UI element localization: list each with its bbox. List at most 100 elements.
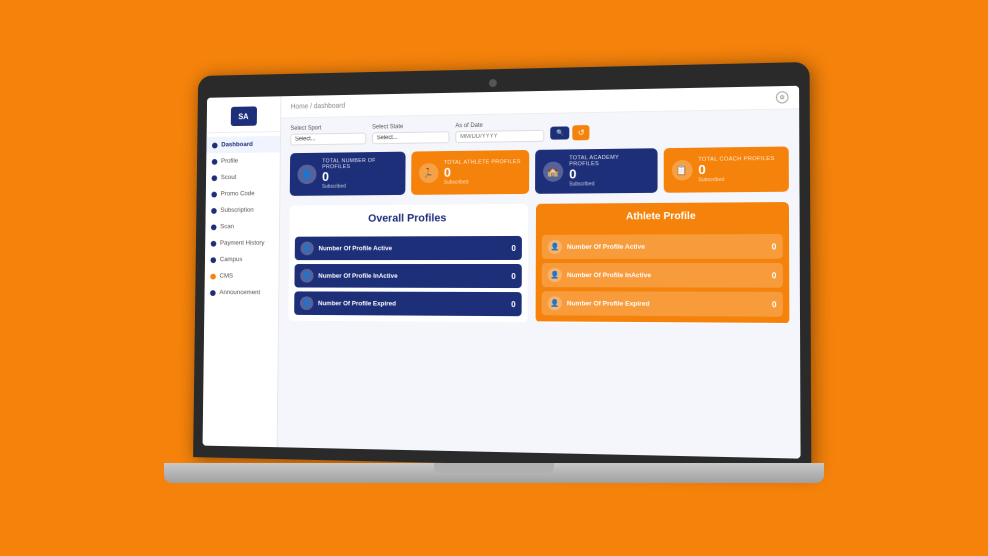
academy-profiles-number: 0 [569, 167, 649, 182]
stat-card-academy-profiles: 🏫 TOTAL ACADEMY PROFILES 0 Subscribed [535, 148, 657, 194]
athlete-profile-panel: Athlete Profile 👤 Number Of Profile Acti… [536, 202, 790, 324]
athlete-profiles-title: TOTAL ATHLETE PROFILES [444, 159, 521, 166]
sidebar-item-payment-history[interactable]: Payment History [205, 235, 279, 252]
stat-card-coach-profiles: 📋 TOTAL COACH PROFILES 0 Subscribed [663, 146, 789, 193]
athlete-active-icon: 👤 [548, 240, 562, 254]
sidebar-logo: SA [207, 100, 281, 133]
overall-inactive-row: 👤 Number Of Profile InActive 0 [294, 264, 521, 288]
search-button[interactable]: 🔍 [550, 126, 570, 139]
app-logo: SA [230, 106, 256, 126]
stat-cards: 👤 TOTAL NUMBER OF PROFILES 0 Subscribed … [290, 146, 789, 196]
state-label: Select State [372, 123, 449, 130]
sidebar-item-scan[interactable]: Scan [205, 218, 279, 235]
athlete-inactive-label: Number Of Profile InActive [567, 272, 767, 279]
laptop-camera [489, 79, 497, 87]
sidebar-dot-scout [212, 175, 218, 181]
laptop-mockup: SA Dashboard Profile Scout Promo Code [164, 68, 824, 498]
sidebar-dot-profile [212, 158, 218, 164]
sidebar-dot-scan [211, 224, 217, 230]
overall-active-label: Number Of Profile Active [318, 245, 506, 252]
sidebar-item-scout[interactable]: Scout [206, 169, 280, 186]
sidebar-item-cms[interactable]: CMS [205, 268, 279, 285]
overall-profiles-header: Overall Profiles [289, 204, 528, 231]
dashboard-panels: Overall Profiles 👤 Number Of Profile Act… [288, 202, 789, 324]
athlete-expired-row: 👤 Number Of Profile Expired 0 [542, 291, 783, 317]
athlete-expired-value: 0 [772, 300, 777, 309]
coach-profiles-title: TOTAL COACH PROFILES [698, 156, 774, 163]
sidebar-item-subscription[interactable]: Subscription [206, 202, 280, 219]
coach-profiles-info: TOTAL COACH PROFILES 0 Subscribed [698, 156, 774, 184]
overall-expired-label: Number Of Profile Expired [318, 300, 506, 308]
overall-profiles-title: Overall Profiles [299, 212, 518, 225]
academy-profiles-info: TOTAL ACADEMY PROFILES 0 Subscribed [569, 154, 649, 187]
page-body: Select Sport Select... Select State Sele… [278, 109, 801, 458]
athlete-profile-title: Athlete Profile [546, 211, 778, 223]
state-select[interactable]: Select... [372, 131, 450, 144]
overall-inactive-label: Number Of Profile InActive [318, 273, 506, 280]
sidebar-dot-campus [210, 257, 216, 263]
academy-profiles-title: TOTAL ACADEMY PROFILES [569, 154, 649, 167]
refresh-button[interactable]: ↺ [573, 125, 590, 140]
sidebar-dot-dashboard [212, 142, 218, 148]
athlete-profiles-info: TOTAL ATHLETE PROFILES 0 Subscribed [444, 159, 521, 186]
overall-active-row: 👤 Number Of Profile Active 0 [295, 236, 522, 260]
total-profiles-info: TOTAL NUMBER OF PROFILES 0 Subscribed [322, 158, 397, 190]
breadcrumb: Home / dashboard [291, 102, 346, 110]
stat-card-total-profiles: 👤 TOTAL NUMBER OF PROFILES 0 Subscribed [290, 152, 405, 197]
gear-icon[interactable]: ⚙ [776, 91, 789, 104]
coach-profiles-icon: 📋 [671, 160, 692, 181]
athlete-inactive-value: 0 [772, 271, 777, 280]
laptop-screen-shell: SA Dashboard Profile Scout Promo Code [193, 62, 811, 471]
overall-profiles-panel: Overall Profiles 👤 Number Of Profile Act… [288, 204, 528, 322]
sport-filter-group: Select Sport Select... [290, 125, 366, 146]
date-filter-group: As of Date [455, 122, 544, 143]
total-profiles-title: TOTAL NUMBER OF PROFILES [322, 158, 397, 171]
sidebar-item-campus[interactable]: Campus [205, 251, 279, 268]
sidebar-dot-cms [210, 273, 216, 279]
athlete-profile-header: Athlete Profile [536, 202, 789, 229]
athlete-active-value: 0 [772, 242, 777, 251]
sidebar-item-promo-code[interactable]: Promo Code [206, 185, 280, 202]
athlete-active-row: 👤 Number Of Profile Active 0 [542, 234, 783, 259]
athlete-profile-body: 👤 Number Of Profile Active 0 👤 Number Of… [536, 228, 790, 323]
sidebar: SA Dashboard Profile Scout Promo Code [203, 96, 282, 447]
athlete-inactive-row: 👤 Number Of Profile InActive 0 [542, 263, 783, 288]
total-profiles-icon: 👤 [297, 165, 316, 185]
athlete-profiles-sub: Subscribed [444, 179, 521, 186]
sidebar-item-dashboard[interactable]: Dashboard [206, 136, 280, 153]
sidebar-dot-payment [211, 240, 217, 246]
date-label: As of Date [455, 122, 544, 129]
overall-profiles-body: 👤 Number Of Profile Active 0 👤 Number Of… [288, 230, 528, 322]
coach-profiles-number: 0 [698, 162, 774, 177]
athlete-profiles-icon: 🏃 [418, 163, 438, 183]
sidebar-dot-announcement [210, 290, 216, 296]
overall-expired-row: 👤 Number Of Profile Expired 0 [294, 292, 522, 317]
overall-active-value: 0 [511, 244, 515, 253]
athlete-expired-icon: 👤 [548, 297, 562, 311]
overall-inactive-value: 0 [511, 272, 515, 281]
academy-profiles-icon: 🏫 [543, 162, 563, 182]
main-content: Home / dashboard ⚙ Select Sport Select..… [278, 86, 801, 459]
sport-select[interactable]: Select... [290, 133, 366, 146]
filter-row: Select Sport Select... Select State Sele… [290, 118, 788, 146]
state-filter-group: Select State Select... [372, 123, 450, 144]
academy-profiles-sub: Subscribed [569, 181, 649, 188]
coach-profiles-sub: Subscribed [698, 177, 774, 184]
sidebar-item-profile[interactable]: Profile [206, 152, 280, 169]
total-profiles-number: 0 [322, 169, 397, 184]
filter-buttons: 🔍 ↺ [550, 125, 589, 141]
sidebar-item-announcement[interactable]: Announcement [204, 284, 278, 301]
laptop-base-notch [434, 463, 554, 473]
overall-active-icon: 👤 [300, 242, 313, 256]
sport-label: Select Sport [290, 125, 366, 132]
athlete-profiles-number: 0 [444, 165, 521, 180]
total-profiles-sub: Subscribed [322, 183, 397, 190]
stat-card-athlete-profiles: 🏃 TOTAL ATHLETE PROFILES 0 Subscribed [411, 150, 530, 195]
overall-expired-icon: 👤 [300, 297, 313, 311]
overall-inactive-icon: 👤 [300, 269, 313, 283]
athlete-expired-label: Number Of Profile Expired [567, 300, 767, 308]
athlete-active-label: Number Of Profile Active [567, 243, 766, 251]
athlete-inactive-icon: 👤 [548, 268, 562, 282]
sidebar-dot-subscription [211, 208, 217, 214]
date-input[interactable] [455, 130, 544, 143]
